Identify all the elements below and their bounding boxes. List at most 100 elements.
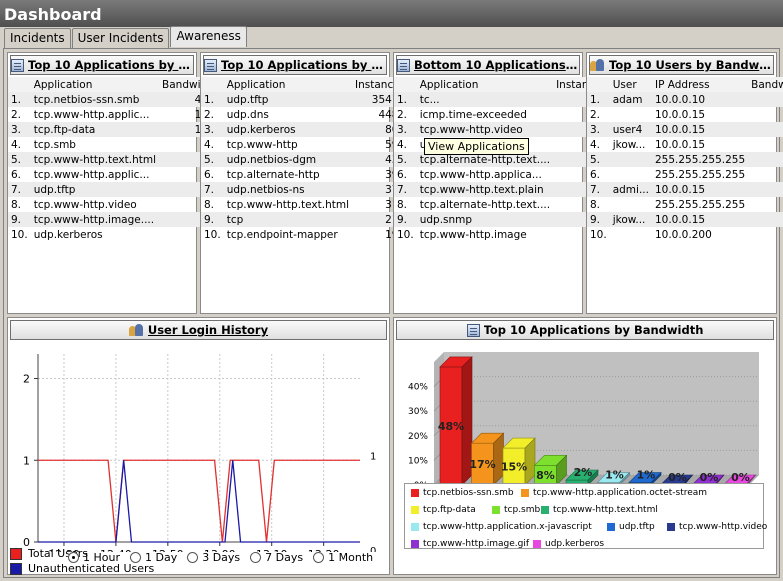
table-row[interactable]: 7.admi...10.0.0.150% [587, 182, 783, 197]
table-row[interactable]: 5.tcp.www-http.text.html2% [8, 152, 221, 167]
table-row[interactable]: 1.tcp.netbios-ssn.smb48% [8, 92, 221, 107]
row-rank: 10. [590, 228, 607, 241]
row-rank: 5. [8, 152, 31, 167]
radio-label: 1 Hour [83, 551, 120, 564]
table-cell: tcp.ftp-data [30, 122, 160, 137]
table-cell: udp.kerberos [33, 228, 103, 241]
table-row[interactable]: 5. 255.255.255.2550% [587, 152, 783, 167]
row-rank: 6. [204, 168, 215, 181]
table-row[interactable]: 4.tcp.www-http598 [201, 137, 408, 152]
tab-incidents[interactable]: Incidents [4, 28, 71, 48]
radio-3-days[interactable]: 3 Days [187, 551, 240, 564]
panel-title: Top 10 Applications by Bandwidth [483, 323, 704, 337]
table-row[interactable]: 10. 10.0.0.200 0% [587, 227, 783, 242]
table-cell: udp.tftp [223, 92, 353, 107]
table-row[interactable]: 9.jkow...10.0.0.150% [587, 212, 783, 227]
legend-swatch [411, 489, 419, 497]
table-row[interactable]: 1. udp.tftp 35418 [201, 92, 409, 107]
column-header-application[interactable]: Application [223, 77, 353, 92]
table-row[interactable]: 6.tcp.www-http.applic...1% [8, 167, 221, 182]
table-row[interactable]: 3.user410.0.0.151% [587, 122, 783, 137]
column-header-bandwidth[interactable]: Bandwidth [748, 77, 783, 92]
table-row[interactable]: 1.tc...1 [394, 92, 610, 107]
column-header-user[interactable]: User [609, 77, 652, 92]
table-row[interactable]: 2. udp.dns 4481 [201, 107, 408, 122]
table-row[interactable]: 8.tcp.alternate-http.text....4 [394, 197, 609, 212]
table-cell [610, 107, 652, 122]
top-apps-flows-header[interactable]: Top 10 Applications by Flo... [203, 55, 387, 75]
column-header-application[interactable]: Application [30, 77, 160, 92]
bar-data-label: 17% [469, 458, 495, 471]
table-row[interactable]: 9.tcp.www-http.image....0% [8, 212, 221, 227]
row-rank: 10. [11, 228, 28, 241]
radio-label: 1 Day [145, 551, 178, 564]
table-row[interactable]: 3.tcp.www-http.video2 [394, 122, 610, 137]
table-cell: 255.255.255.255 [654, 198, 746, 211]
radio-dot[interactable] [130, 552, 141, 563]
table-row[interactable]: 1.adam10.0.0.109% [587, 92, 783, 107]
radio-1-hour[interactable]: 1 Hour [68, 551, 120, 564]
table-row[interactable]: 9.udp.snmp6 [394, 212, 610, 227]
table-cell: tcp.www-http.applic... [33, 108, 150, 121]
table-row[interactable]: 8.tcp.www-http.video0% [8, 197, 221, 212]
radio-1-month[interactable]: 1 Month [313, 551, 373, 564]
row-rank: 10. [397, 228, 414, 241]
bottom-apps-header[interactable]: Bottom 10 Applications by ... [396, 55, 580, 75]
radio-7-days[interactable]: 7 Days [250, 551, 303, 564]
table-row[interactable]: 6. 255.255.255.2550% [587, 167, 783, 182]
legend-item-1: tcp.www-http.application.octet-stream [521, 488, 707, 498]
radio-dot[interactable] [250, 552, 262, 563]
table-row[interactable]: 8. 255.255.255.2550% [587, 197, 783, 212]
table-cell: 5% [748, 107, 783, 122]
table-cell: jkow... [609, 212, 652, 227]
table-cell: tcp.alternate-http [226, 168, 320, 181]
legend-label: tcp.www-http.application.x-javascript [423, 522, 592, 532]
legend-label: udp.tftp [619, 522, 655, 532]
table-cell: 1% [748, 122, 783, 137]
legend-swatch [607, 523, 615, 531]
legend-label: tcp.netbios-ssn.smb [423, 488, 514, 498]
table-row[interactable]: 2.icmp.time-exceeded1 [394, 107, 609, 122]
table-row[interactable]: 7.tcp.www-http.text.plain4 [394, 182, 610, 197]
row-rank: 6. [397, 168, 408, 181]
top-apps-bandwidth-header[interactable]: Top 10 Applications by Ban... [10, 55, 194, 75]
table-row[interactable]: 4. jkow... 10.0.0.15 0% [587, 137, 783, 152]
table-row[interactable]: 9.tcp212 [201, 212, 409, 227]
column-header-application[interactable]: Application [416, 77, 554, 92]
radio-dot[interactable] [68, 552, 79, 563]
legend-swatch [521, 489, 529, 497]
table-row[interactable]: 4.tcp.smb8% [8, 137, 221, 152]
table-row[interactable]: 5.udp.netbios-dgm430 [201, 152, 409, 167]
column-header-ip-address[interactable]: IP Address [651, 77, 749, 92]
table-row[interactable]: 7.udp.tftp1% [8, 182, 221, 197]
legend-item-6: udp.tftp [607, 522, 655, 532]
table-row[interactable]: 3.tcp.ftp-data15% [8, 122, 221, 137]
legend-item-4: tcp.www-http.text.html [541, 505, 658, 515]
table-row[interactable]: 3.udp.kerberos801 [201, 122, 409, 137]
table-cell: tcp.www-http.image.... [30, 212, 160, 227]
table-row[interactable]: 6.tcp.www-http.applica...4 [394, 167, 609, 182]
top-users-header[interactable]: Top 10 Users by Bandwidth [589, 55, 774, 75]
table-cell: tcp.www-http.applica... [419, 168, 542, 181]
row-rank: 7. [8, 182, 31, 197]
table-row[interactable]: 2.tcp.www-http.applic...17% [8, 107, 221, 122]
users-icon [590, 58, 605, 72]
radio-dot[interactable] [187, 552, 199, 563]
view-applications-tooltip: View Applications [424, 138, 529, 155]
tab-awareness[interactable]: Awareness [170, 26, 247, 47]
table-row[interactable]: 8.tcp.www-http.text.html313 [201, 197, 408, 212]
legend-label: tcp.www-http.image.gif [423, 539, 529, 549]
table-row[interactable]: 2. 10.0.0.15 5% [587, 107, 783, 122]
table-row[interactable]: 10.udp.kerberos0% [8, 227, 221, 242]
table-row[interactable]: 10.tcp.endpoint-mapper199 [201, 227, 408, 242]
table-row[interactable]: 6.tcp.alternate-http399 [201, 167, 408, 182]
table-row[interactable]: 10.tcp.www-http.image6 [394, 227, 609, 242]
tab-user-incidents[interactable]: User Incidents [71, 28, 170, 48]
table-row[interactable]: 7.udp.netbios-ns370 [201, 182, 409, 197]
radio-1-day[interactable]: 1 Day [130, 551, 177, 564]
radio-dot[interactable] [313, 552, 325, 563]
legend-swatch [492, 506, 500, 514]
bandwidth-chart-header[interactable]: Top 10 Applications by Bandwidth [396, 320, 774, 340]
user-login-history-header[interactable]: User Login History [10, 320, 387, 340]
panel-title: User Login History [147, 323, 269, 337]
